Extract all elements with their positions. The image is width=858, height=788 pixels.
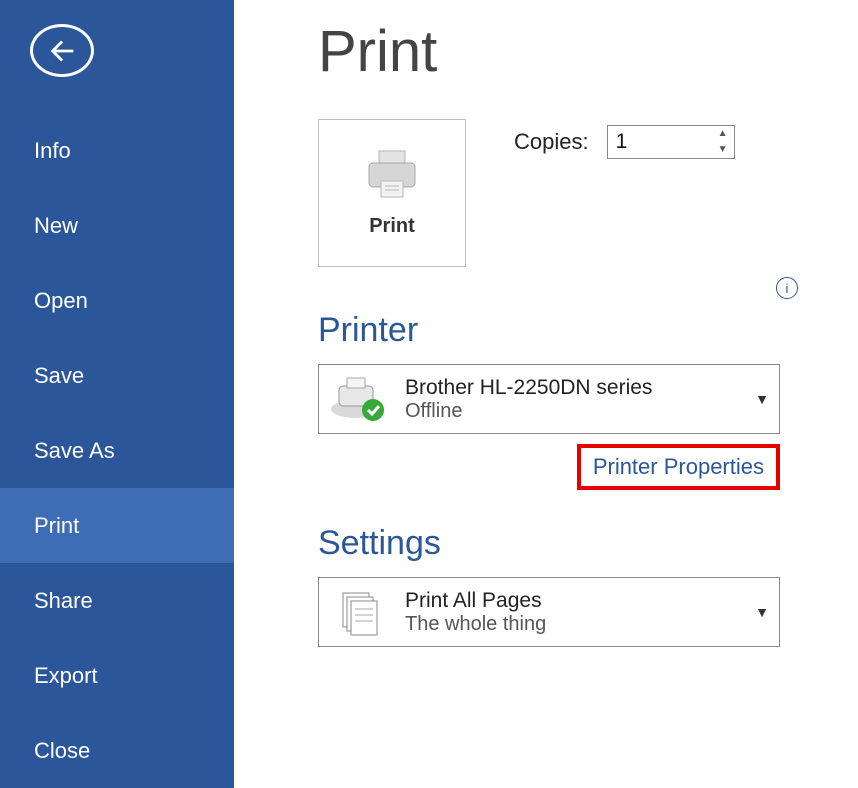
chevron-down-icon: ▼ — [755, 604, 769, 620]
printer-status: Offline — [405, 400, 745, 423]
sidebar-item-close[interactable]: Close — [0, 713, 234, 788]
sidebar-item-open[interactable]: Open — [0, 263, 234, 338]
print-range-subtitle: The whole thing — [405, 613, 745, 636]
sidebar-item-save-as[interactable]: Save As — [0, 413, 234, 488]
back-button[interactable] — [30, 24, 94, 77]
sidebar: InfoNewOpenSaveSave AsPrintShareExportCl… — [0, 0, 234, 788]
main-content: Print Print Copies: 1 ▲ ▼ i P — [234, 0, 858, 788]
sidebar-item-info[interactable]: Info — [0, 113, 234, 188]
sidebar-item-print[interactable]: Print — [0, 488, 234, 563]
settings-section: Settings Print All Pages The whole thing… — [318, 524, 858, 647]
copies-label: Copies: — [514, 129, 589, 155]
sidebar-item-save[interactable]: Save — [0, 338, 234, 413]
printer-properties-link[interactable]: Printer Properties — [577, 444, 780, 490]
printer-section: i Printer Brother HL-2250DN series Offli… — [318, 311, 780, 490]
copies-increment[interactable]: ▲ — [712, 126, 734, 142]
print-button[interactable]: Print — [318, 119, 466, 267]
copies-control: Copies: 1 ▲ ▼ — [514, 125, 735, 159]
print-range-title: Print All Pages — [405, 589, 745, 613]
pages-icon — [325, 584, 395, 640]
printer-section-title: Printer — [318, 311, 780, 350]
print-button-label: Print — [369, 215, 415, 238]
printer-dropdown[interactable]: Brother HL-2250DN series Offline ▼ — [318, 364, 780, 434]
chevron-down-icon: ▼ — [755, 391, 769, 407]
copies-decrement[interactable]: ▼ — [712, 142, 734, 158]
info-icon[interactable]: i — [776, 277, 798, 299]
sidebar-item-new[interactable]: New — [0, 188, 234, 263]
sidebar-item-share[interactable]: Share — [0, 563, 234, 638]
settings-section-title: Settings — [318, 524, 858, 563]
printer-icon — [361, 149, 423, 201]
print-range-dropdown[interactable]: Print All Pages The whole thing ▼ — [318, 577, 780, 647]
printer-device-icon — [325, 371, 395, 427]
sidebar-item-export[interactable]: Export — [0, 638, 234, 713]
copies-value[interactable]: 1 — [608, 126, 712, 158]
copies-input[interactable]: 1 ▲ ▼ — [607, 125, 735, 159]
printer-name: Brother HL-2250DN series — [405, 376, 745, 400]
arrow-left-icon — [45, 34, 79, 68]
page-title: Print — [318, 18, 858, 85]
